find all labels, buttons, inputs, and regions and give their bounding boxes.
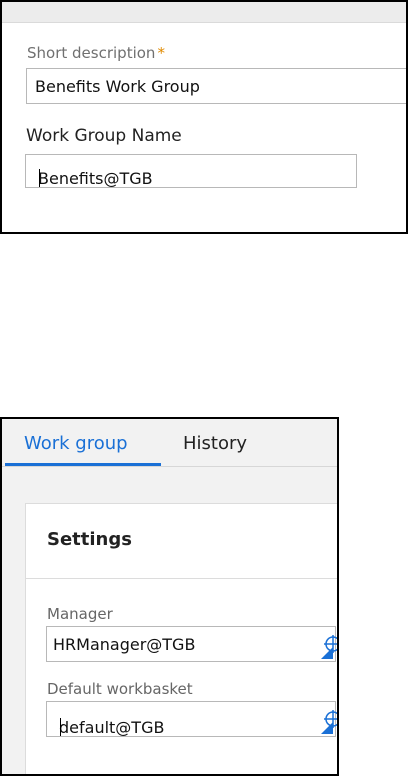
text-cursor — [39, 169, 40, 187]
header-band — [2, 2, 406, 23]
short-description-label: Short description * — [27, 44, 165, 62]
short-description-input[interactable]: Benefits Work Group — [26, 68, 406, 104]
work-group-name-label: Work Group Name — [26, 126, 182, 146]
settings-card: Settings Manager HRManager@TGB Default w… — [25, 503, 339, 774]
short-description-value: Benefits Work Group — [35, 77, 200, 96]
required-marker: * — [157, 44, 165, 62]
workbasket-label: Default workbasket — [47, 680, 193, 698]
section-title: Settings — [47, 529, 132, 550]
tab-divider — [2, 466, 337, 467]
section-divider — [26, 578, 337, 579]
manager-label: Manager — [47, 605, 113, 623]
manager-value: HRManager@TGB — [53, 635, 196, 654]
crosshair-icon[interactable] — [323, 709, 339, 729]
crosshair-icon[interactable] — [323, 634, 339, 654]
workbasket-input[interactable]: default@TGB — [46, 701, 336, 737]
tab-work-group[interactable]: Work group — [24, 433, 128, 454]
work-group-name-panel: Short description * Benefits Work Group W… — [0, 0, 408, 234]
work-group-name-input[interactable]: Benefits@TGB — [25, 154, 357, 188]
text-cursor — [60, 718, 61, 736]
tab-history[interactable]: History — [183, 433, 247, 454]
work-group-settings-panel: Work group History Settings Manager HRMa… — [0, 417, 339, 776]
manager-input[interactable]: HRManager@TGB — [46, 626, 336, 662]
